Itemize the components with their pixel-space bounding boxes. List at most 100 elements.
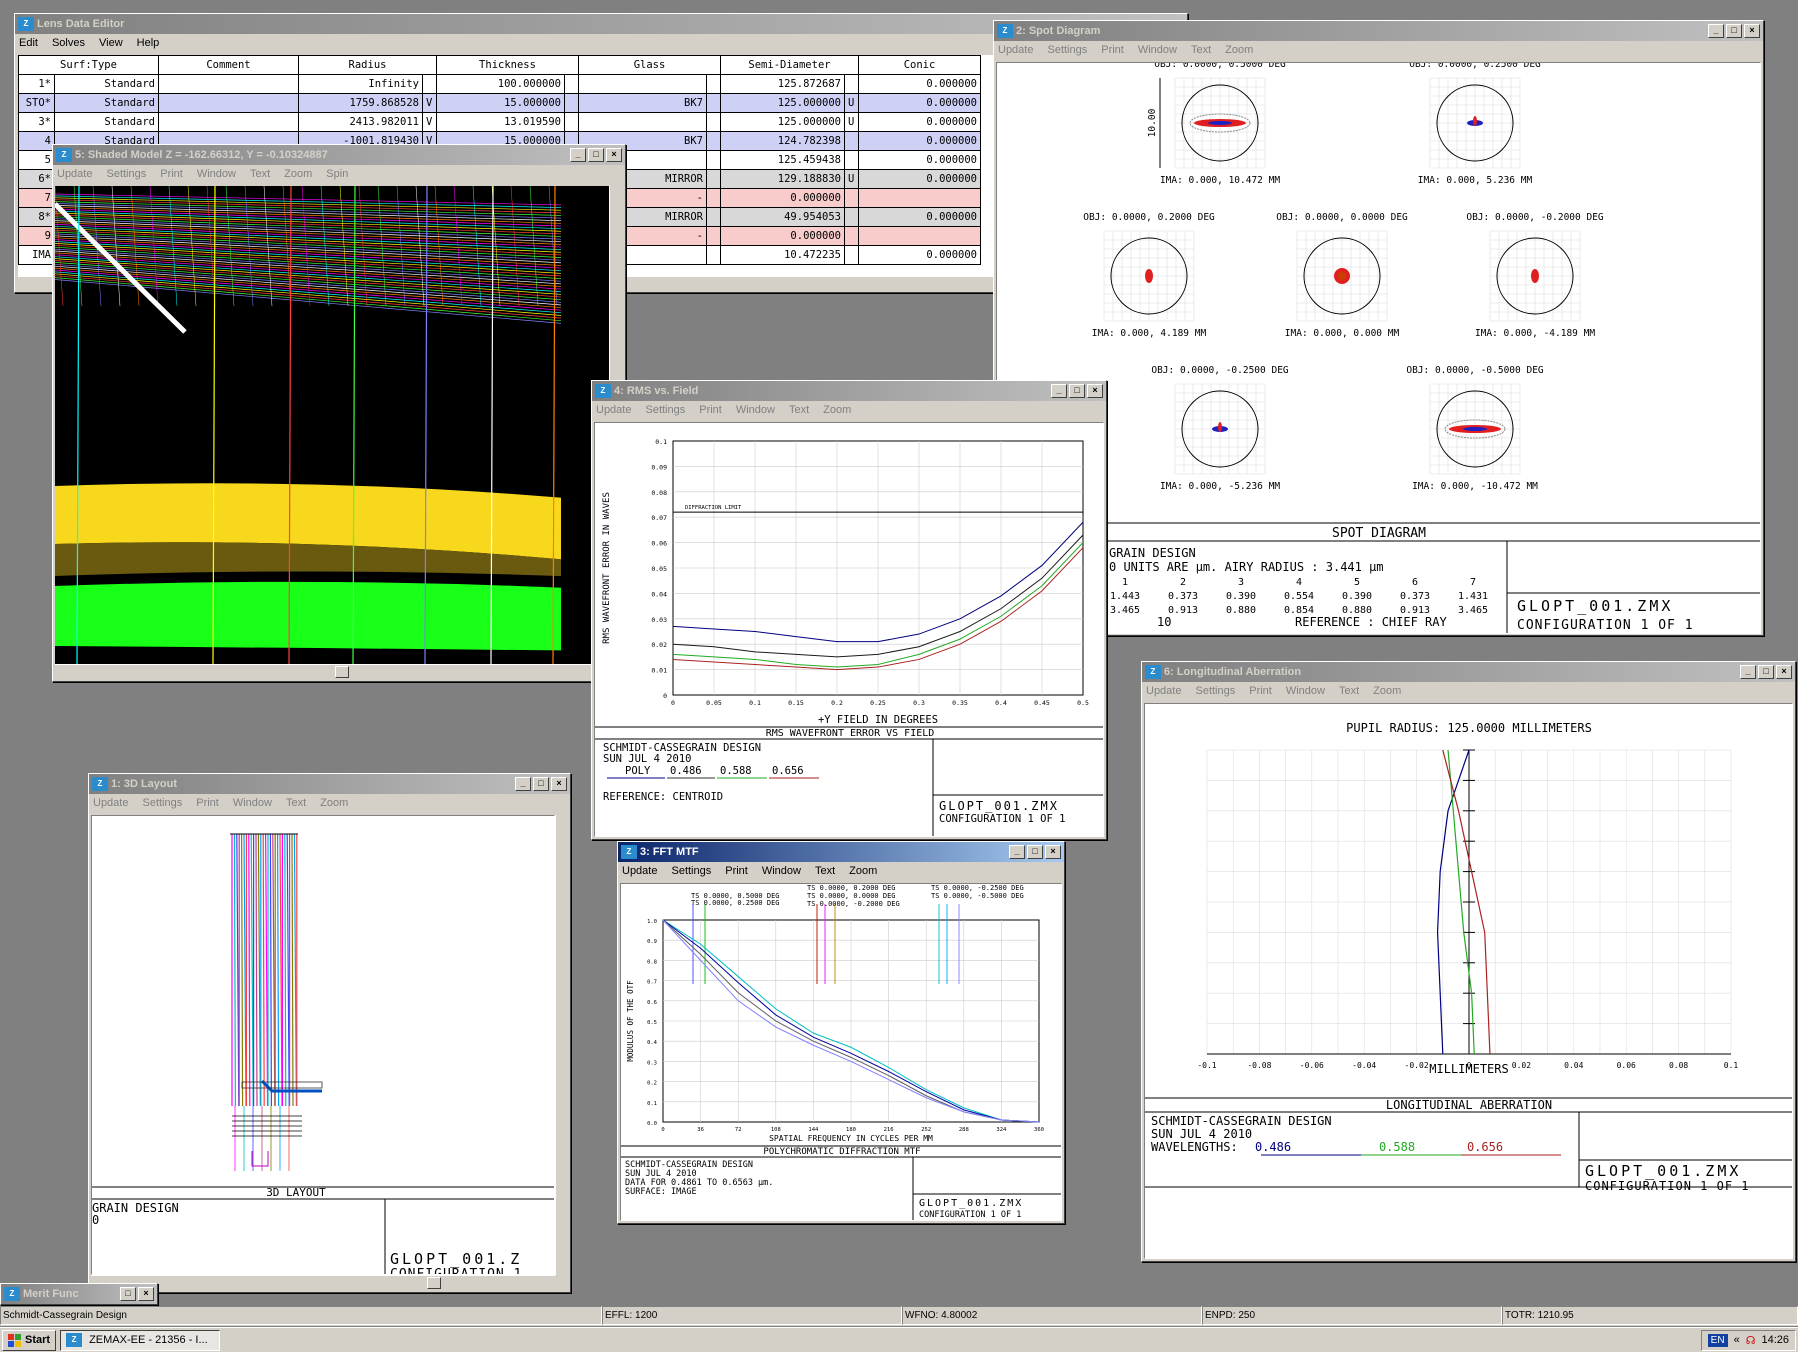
menu-print[interactable]: Print: [196, 797, 219, 809]
type-cell[interactable]: Standard: [54, 74, 159, 94]
close-button[interactable]: ×: [606, 148, 622, 162]
solve-cell[interactable]: V: [422, 93, 437, 113]
minimize-button[interactable]: _: [515, 777, 531, 791]
column-header[interactable]: Semi-Diameter: [720, 55, 859, 75]
menu-update[interactable]: Update: [57, 168, 92, 180]
column-header[interactable]: Thickness: [436, 55, 579, 75]
conic-cell[interactable]: 0.000000: [858, 150, 981, 170]
solve-cell[interactable]: [564, 74, 579, 94]
conic-cell[interactable]: 0.000000: [858, 245, 981, 265]
comment-cell[interactable]: [158, 93, 299, 113]
solve-cell[interactable]: [564, 93, 579, 113]
semi-diameter-cell[interactable]: 125.459438: [720, 150, 845, 170]
semi-diameter-cell[interactable]: 49.954053: [720, 207, 845, 227]
shaded-title-bar[interactable]: Z 5: Shaded Model Z = -162.66312, Y = -0.…: [53, 145, 625, 165]
conic-cell[interactable]: 0.000000: [858, 93, 981, 113]
column-header[interactable]: Radius: [298, 55, 437, 75]
network-icon[interactable]: ☊: [1746, 1334, 1756, 1347]
menu-view[interactable]: View: [99, 37, 123, 49]
solve-cell[interactable]: [844, 188, 859, 208]
solve-cell[interactable]: [844, 245, 859, 265]
close-button[interactable]: ×: [1087, 384, 1103, 398]
surf-cell[interactable]: 4: [18, 131, 55, 151]
minimize-button[interactable]: _: [1051, 384, 1067, 398]
conic-cell[interactable]: 0.000000: [858, 112, 981, 132]
menu-update[interactable]: Update: [622, 865, 657, 877]
semi-diameter-cell[interactable]: 124.782398: [720, 131, 845, 151]
glass-cell[interactable]: [578, 112, 707, 132]
fft-mtf-window[interactable]: Z 3: FFT MTF _ □ × Update Settings Print Windo…: [617, 841, 1065, 1224]
menu-window[interactable]: Window: [233, 797, 272, 809]
maximize-button[interactable]: □: [533, 777, 549, 791]
solve-cell[interactable]: U: [844, 93, 859, 113]
menu-spin[interactable]: Spin: [326, 168, 348, 180]
rms-title-bar[interactable]: Z 4: RMS vs. Field _ □ ×: [592, 381, 1106, 401]
solve-cell[interactable]: [564, 112, 579, 132]
maximize-button[interactable]: □: [1069, 384, 1085, 398]
menu-edit[interactable]: Edit: [19, 37, 38, 49]
column-header[interactable]: Glass: [578, 55, 721, 75]
menu-print[interactable]: Print: [1101, 44, 1124, 56]
horizontal-scrollbar[interactable]: [55, 664, 609, 679]
surf-cell[interactable]: 9: [18, 226, 55, 246]
vertical-scrollbar[interactable]: [555, 815, 569, 1275]
conic-cell[interactable]: 0.000000: [858, 74, 981, 94]
close-button[interactable]: ×: [1776, 665, 1792, 679]
conic-cell[interactable]: [858, 226, 981, 246]
menu-settings[interactable]: Settings: [106, 168, 146, 180]
minimize-button[interactable]: _: [1009, 845, 1025, 859]
minimize-button[interactable]: _: [570, 148, 586, 162]
menu-settings[interactable]: Settings: [1195, 685, 1235, 697]
table-row[interactable]: 1* Standard Infinity 100.000000 125.872687 0.…: [18, 74, 981, 94]
minimize-button[interactable]: _: [1708, 24, 1724, 38]
horizontal-scrollbar[interactable]: [91, 1275, 555, 1290]
glass-cell[interactable]: [578, 74, 707, 94]
scroll-thumb[interactable]: [427, 1277, 441, 1289]
thickness-cell[interactable]: 100.000000: [436, 74, 565, 94]
menu-print[interactable]: Print: [1249, 685, 1272, 697]
solve-cell[interactable]: [706, 245, 721, 265]
restore-button[interactable]: □: [120, 1287, 136, 1301]
menu-zoom[interactable]: Zoom: [823, 404, 851, 416]
maximize-button[interactable]: □: [1758, 665, 1774, 679]
menu-zoom[interactable]: Zoom: [1225, 44, 1253, 56]
table-row[interactable]: 3* Standard 2413.982011 V 13.019590 125.00000…: [18, 112, 981, 132]
thickness-cell[interactable]: 15.000000: [436, 93, 565, 113]
menu-update[interactable]: Update: [1146, 685, 1181, 697]
solve-cell[interactable]: [706, 112, 721, 132]
close-button[interactable]: ×: [551, 777, 567, 791]
menu-text[interactable]: Text: [789, 404, 809, 416]
surf-cell[interactable]: 1*: [18, 74, 55, 94]
3d-layout-window[interactable]: Z 1: 3D Layout _ □ × Update Settings Print Win…: [88, 773, 571, 1293]
conic-cell[interactable]: 0.000000: [858, 131, 981, 151]
comment-cell[interactable]: [158, 112, 299, 132]
menu-zoom[interactable]: Zoom: [1373, 685, 1401, 697]
menu-settings[interactable]: Settings: [645, 404, 685, 416]
solve-cell[interactable]: [706, 93, 721, 113]
menu-text[interactable]: Text: [250, 168, 270, 180]
merit-function-window[interactable]: Z Merit Func □ ×: [0, 1283, 158, 1305]
surf-cell[interactable]: 3*: [18, 112, 55, 132]
menu-settings[interactable]: Settings: [671, 865, 711, 877]
minimize-button[interactable]: _: [1740, 665, 1756, 679]
menu-settings[interactable]: Settings: [1047, 44, 1087, 56]
type-cell[interactable]: Standard: [54, 112, 159, 132]
solve-cell[interactable]: [706, 207, 721, 227]
menu-zoom[interactable]: Zoom: [320, 797, 348, 809]
solve-cell[interactable]: [706, 169, 721, 189]
surf-cell[interactable]: 5: [18, 150, 55, 170]
menu-print[interactable]: Print: [160, 168, 183, 180]
menu-window[interactable]: Window: [1286, 685, 1325, 697]
conic-cell[interactable]: 0.000000: [858, 207, 981, 227]
glass-cell[interactable]: BK7: [578, 93, 707, 113]
shaded-model-window[interactable]: Z 5: Shaded Model Z = -162.66312, Y = -0.…: [52, 144, 626, 682]
semi-diameter-cell[interactable]: 0.000000: [720, 226, 845, 246]
table-row[interactable]: STO* Standard 1759.868528 V 15.000000 BK7 125.…: [18, 93, 981, 113]
spot-diagram-window[interactable]: Z 2: Spot Diagram _ □ × Update Settings Print…: [993, 20, 1764, 636]
thickness-cell[interactable]: 13.019590: [436, 112, 565, 132]
type-cell[interactable]: Standard: [54, 93, 159, 113]
solve-cell[interactable]: [706, 188, 721, 208]
solve-cell[interactable]: [844, 131, 859, 151]
scroll-thumb[interactable]: [335, 666, 349, 678]
menu-text[interactable]: Text: [1191, 44, 1211, 56]
